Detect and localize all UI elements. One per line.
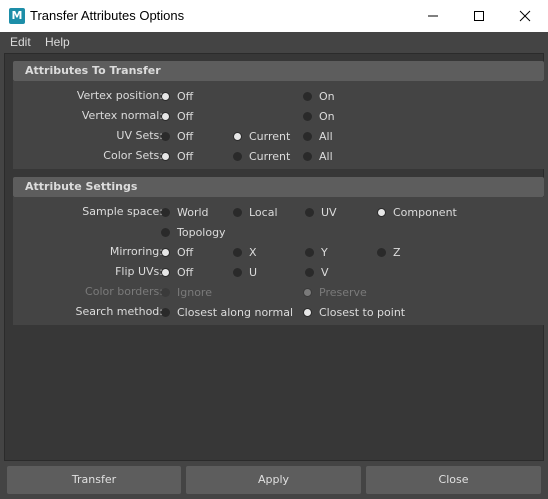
radio-dot <box>161 132 170 141</box>
radio-selected-dot <box>303 308 312 317</box>
sample-space-label: Sample space: <box>82 205 163 218</box>
mirroring-label: Mirroring: <box>109 245 163 258</box>
minimize-button[interactable] <box>410 0 456 32</box>
radio-label: Off <box>177 246 194 259</box>
radio-label: Off <box>177 130 194 143</box>
section-body-attributes-to-transfer: Vertex position: Off On Vertex normal: O… <box>13 81 544 169</box>
window-title: Transfer Attributes Options <box>30 8 185 23</box>
maximize-button[interactable] <box>456 0 502 32</box>
section-header-attributes-to-transfer[interactable]: Attributes To Transfer <box>13 61 544 81</box>
radio-dot <box>305 248 314 257</box>
radio-label: Off <box>177 150 194 163</box>
radio-dot <box>233 208 242 217</box>
radio-selected-dot <box>161 268 170 277</box>
radio-label: Topology <box>177 226 226 239</box>
radio-selected-dot <box>377 208 386 217</box>
radio-label: UV <box>321 206 337 219</box>
radio-label: Local <box>249 206 278 219</box>
radio-selected-dot <box>161 92 170 101</box>
menu-edit[interactable]: Edit <box>10 35 31 49</box>
flip-uvs-label: Flip UVs: <box>115 265 163 278</box>
radio-label: Ignore <box>177 286 212 299</box>
maya-app-icon: M <box>9 8 25 24</box>
section-title: Attributes To Transfer <box>25 64 161 77</box>
menu-help[interactable]: Help <box>45 35 70 49</box>
section-body-attribute-settings: Sample space: World Local UV Component T… <box>13 197 544 325</box>
radio-selected-dot <box>233 132 242 141</box>
radio-selected-dot <box>161 152 170 161</box>
radio-label: Closest along normal <box>177 306 294 319</box>
menu-bar: Edit Help <box>0 32 548 52</box>
radio-label: Component <box>393 206 457 219</box>
radio-dot <box>233 248 242 257</box>
radio-label: U <box>249 266 258 279</box>
radio-selected-dot <box>161 248 170 257</box>
title-bar: M Transfer Attributes Options <box>0 0 548 32</box>
radio-dot <box>233 152 242 161</box>
color-borders-label: Color borders: <box>85 285 163 298</box>
radio-label: Closest to point <box>319 306 406 319</box>
radio-label: On <box>319 110 335 123</box>
search-method-label: Search method: <box>75 305 163 318</box>
radio-selected-dot <box>161 112 170 121</box>
radio-label: Current <box>249 130 291 143</box>
radio-selected-dot <box>303 288 312 297</box>
radio-label: World <box>177 206 209 219</box>
radio-dot <box>303 112 312 121</box>
radio-label: Z <box>393 246 401 259</box>
radio-dot <box>303 132 312 141</box>
color-sets-label: Color Sets: <box>103 149 163 162</box>
section-title: Attribute Settings <box>25 180 138 193</box>
close-icon <box>519 10 531 22</box>
radio-label: V <box>321 266 329 279</box>
radio-dot <box>161 228 170 237</box>
radio-label: Preserve <box>319 286 367 299</box>
close-button[interactable]: Close <box>366 466 541 494</box>
section-header-attribute-settings[interactable]: Attribute Settings <box>13 177 544 197</box>
radio-dot <box>305 208 314 217</box>
apply-button[interactable]: Apply <box>186 466 361 494</box>
radio-dot <box>161 208 170 217</box>
radio-dot <box>303 92 312 101</box>
close-window-button[interactable] <box>502 0 548 32</box>
radio-label: Off <box>177 266 194 279</box>
radio-label: All <box>319 150 333 163</box>
radio-label: Y <box>321 246 328 259</box>
radio-label: On <box>319 90 335 103</box>
radio-dot <box>377 248 386 257</box>
radio-dot <box>161 308 170 317</box>
radio-label: All <box>319 130 333 143</box>
radio-dot <box>303 152 312 161</box>
vertex-position-label: Vertex position: <box>76 89 163 102</box>
options-panel: Attributes To Transfer Vertex position: … <box>4 53 544 461</box>
radio-dot <box>305 268 314 277</box>
radio-dot <box>161 288 170 297</box>
maximize-icon <box>474 11 484 21</box>
radio-label: X <box>249 246 257 259</box>
uv-sets-label: UV Sets: <box>116 129 163 142</box>
radio-label: Off <box>177 90 194 103</box>
minimize-icon <box>428 15 438 17</box>
radio-label: Current <box>249 150 291 163</box>
vertex-normal-label: Vertex normal: <box>81 109 163 122</box>
transfer-button[interactable]: Transfer <box>7 466 181 494</box>
radio-label: Off <box>177 110 194 123</box>
radio-dot <box>233 268 242 277</box>
